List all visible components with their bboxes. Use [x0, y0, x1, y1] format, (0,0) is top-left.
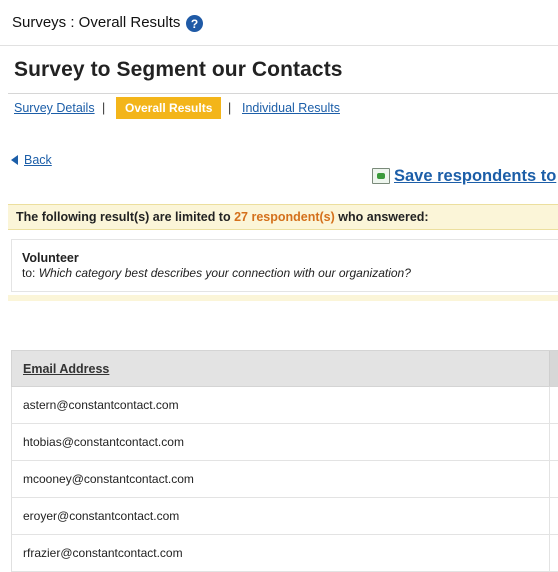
table-header: Email Address: [11, 350, 558, 387]
notice-suffix: who answered:: [334, 210, 429, 224]
tab-individual-results[interactable]: Individual Results: [242, 101, 340, 115]
respondents-table: Email Address astern@constantcontact.com…: [11, 350, 558, 572]
filter-notice-text: The following result(s) are limited to 2…: [16, 210, 429, 224]
table-row-extra-cell: [549, 498, 558, 534]
page-breadcrumb-title: Surveys : Overall Results: [12, 14, 181, 31]
table-row: astern@constantcontact.com: [11, 387, 558, 424]
save-contacts-icon[interactable]: [372, 168, 390, 184]
table-row: rfrazier@constantcontact.com: [11, 535, 558, 572]
tab-separator: |: [102, 101, 106, 115]
title-divider: [8, 93, 558, 94]
back-link[interactable]: Back: [24, 153, 52, 167]
email-cell: rfrazier@constantcontact.com: [23, 546, 183, 560]
notice-prefix: The following result(s) are limited to: [16, 210, 235, 224]
email-column-header[interactable]: Email Address: [23, 362, 109, 376]
question-line: to: Which category best describes your c…: [22, 266, 411, 280]
table-row-extra-cell: [549, 535, 558, 571]
question-filter-box: Volunteer to: Which category best descri…: [11, 239, 558, 292]
tab-survey-details[interactable]: Survey Details: [14, 101, 95, 115]
email-cell: mcooney@constantcontact.com: [23, 472, 194, 486]
answer-label: Volunteer: [22, 251, 79, 265]
survey-title: Survey to Segment our Contacts: [14, 58, 343, 81]
table-row: htobias@constantcontact.com: [11, 424, 558, 461]
table-header-extra-cell: [549, 351, 558, 386]
table-row-extra-cell: [549, 461, 558, 497]
filter-notice: The following result(s) are limited to 2…: [8, 204, 558, 230]
question-to-label: to:: [22, 266, 39, 280]
top-bar: Surveys : Overall Results ?: [0, 0, 558, 46]
question-text: Which category best describes your conne…: [38, 266, 411, 280]
table-row: eroyer@constantcontact.com: [11, 498, 558, 535]
email-cell: htobias@constantcontact.com: [23, 435, 184, 449]
notice-bottom-band: [8, 295, 558, 301]
tab-separator: |: [228, 101, 232, 115]
back-arrow-icon: [11, 155, 18, 165]
tab-overall-results[interactable]: Overall Results: [116, 97, 222, 119]
save-respondents-link[interactable]: Save respondents to: [394, 167, 556, 186]
table-row-extra-cell: [549, 387, 558, 423]
email-cell: astern@constantcontact.com: [23, 398, 179, 412]
respondent-count: 27 respondent(s): [234, 210, 335, 224]
table-row-extra-cell: [549, 424, 558, 460]
back-link-container: Back: [11, 153, 52, 167]
table-row: mcooney@constantcontact.com: [11, 461, 558, 498]
email-cell: eroyer@constantcontact.com: [23, 509, 180, 523]
help-icon[interactable]: ?: [186, 15, 203, 32]
